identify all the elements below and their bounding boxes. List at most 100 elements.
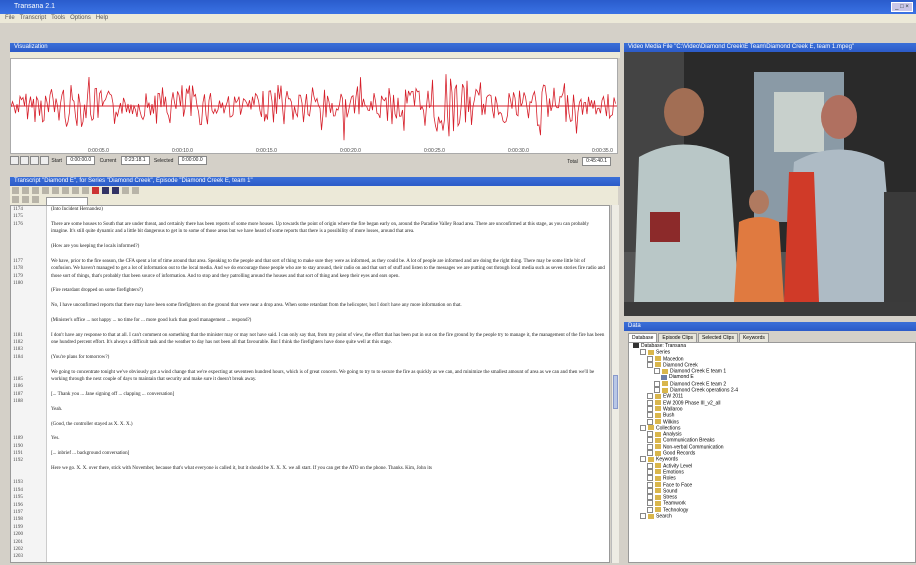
transcript-paragraph[interactable]: (Good, the controller stayed as X. X. X.… <box>51 421 607 428</box>
zoom-fit-icon[interactable] <box>30 156 39 165</box>
menu-item-tools[interactable]: Tools <box>51 15 65 21</box>
scroll-thumb[interactable] <box>613 375 618 409</box>
video-controls-strip[interactable] <box>624 302 916 316</box>
expand-icon[interactable] <box>647 355 653 362</box>
total-group: Total 0:45:40.1 <box>567 157 614 166</box>
transcript-paragraph[interactable]: [... inbrief ... background conversation… <box>51 450 607 457</box>
line-number <box>13 413 46 420</box>
tree-item-label: Database: Transana <box>641 343 687 349</box>
expand-icon[interactable] <box>647 506 653 513</box>
video-frame[interactable] <box>624 52 916 302</box>
expand-icon[interactable] <box>647 405 653 412</box>
up-arrow-icon[interactable] <box>82 187 89 194</box>
expand-icon[interactable] <box>647 443 653 450</box>
expand-icon[interactable] <box>647 487 653 494</box>
save-icon[interactable] <box>112 187 119 194</box>
expand-icon[interactable] <box>647 418 653 425</box>
fall-icon[interactable] <box>72 187 79 194</box>
transcript-paragraph[interactable]: (How are you keeping the locals informed… <box>51 243 607 250</box>
folder-icon <box>662 368 668 374</box>
transcript-paragraph[interactable]: No, I have unconfirmed reports that ther… <box>51 302 607 309</box>
start-field[interactable]: 0:00:00.0 <box>66 156 96 165</box>
tab-database[interactable]: Database <box>628 333 658 342</box>
transcript-paragraph[interactable]: [... Thank you ... Jane signing off ... … <box>51 391 607 398</box>
tab-episode-clips[interactable]: Episode Clips <box>658 333 697 342</box>
zoom-in-icon[interactable] <box>10 156 19 165</box>
menu-item-options[interactable]: Options <box>70 15 91 21</box>
underline-icon[interactable] <box>52 187 59 194</box>
format-icon[interactable] <box>102 187 109 194</box>
transcript-paragraph[interactable]: We going to concentrate tonight we've ob… <box>51 369 607 384</box>
search-icon[interactable] <box>122 187 129 194</box>
transcript-paragraph[interactable]: Here we go. X. X. over there, stick with… <box>51 465 607 472</box>
menu-item-file[interactable]: File <box>5 15 15 21</box>
waveform-area[interactable] <box>10 58 618 154</box>
transcript-paragraph[interactable]: (Minister's office ... not happy ... no … <box>51 317 607 324</box>
expand-icon[interactable] <box>640 424 646 431</box>
tab-keywords[interactable]: Keywords <box>738 333 769 342</box>
undo-icon[interactable] <box>12 187 19 194</box>
expand-icon[interactable] <box>647 462 653 469</box>
expand-icon[interactable] <box>647 431 653 438</box>
clip-icon[interactable] <box>132 187 139 194</box>
italic-icon[interactable] <box>42 187 49 194</box>
expand-icon[interactable] <box>647 361 653 368</box>
expand-icon[interactable] <box>647 437 653 444</box>
transcript-paragraph[interactable]: (Fire retardant dropped on some firefigh… <box>51 287 607 294</box>
expand-icon[interactable] <box>654 368 660 375</box>
expand-icon[interactable] <box>640 456 646 463</box>
data-panel-title: Data <box>624 322 916 331</box>
line-number <box>13 250 46 257</box>
total-field: 0:45:40.1 <box>582 157 611 166</box>
expand-icon[interactable] <box>654 387 660 394</box>
expand-icon[interactable] <box>647 393 653 400</box>
find-icon[interactable] <box>12 196 19 203</box>
folder-icon <box>655 494 661 500</box>
expand-icon[interactable] <box>654 380 660 387</box>
menu-item-help[interactable]: Help <box>96 15 108 21</box>
expand-icon[interactable] <box>640 349 646 356</box>
rise-icon[interactable] <box>62 187 69 194</box>
video-image <box>624 52 916 302</box>
transcript-scrollbar[interactable] <box>611 205 619 563</box>
current-field[interactable]: 0:23:18.1 <box>120 156 150 165</box>
expand-icon[interactable] <box>647 468 653 475</box>
line-number: 1186 <box>13 384 23 390</box>
tab-selected-clips[interactable]: Selected Clips <box>697 333 738 342</box>
line-number: 1190 <box>13 443 23 449</box>
database-tree[interactable]: Database: Transana Series Macedon Diamond C… <box>628 342 916 563</box>
timecode-icon[interactable] <box>92 187 99 194</box>
line-number: 1204 <box>13 561 46 563</box>
line-number: 1176 <box>13 221 23 227</box>
transcript-paragraph[interactable]: Yeah. <box>51 406 607 413</box>
snapshot-icon[interactable] <box>40 156 49 165</box>
tree-item[interactable]: Search <box>629 513 915 519</box>
expand-icon[interactable] <box>647 494 653 501</box>
expand-icon[interactable] <box>647 500 653 507</box>
zoom-out-icon[interactable] <box>20 156 29 165</box>
transcript-paragraph[interactable]: Yes. <box>51 435 607 442</box>
transcript-paragraph[interactable]: We have, prior to the fire season, the C… <box>51 258 607 280</box>
expand-icon[interactable] <box>647 450 653 457</box>
expand-icon[interactable] <box>647 481 653 488</box>
find-next-icon[interactable] <box>32 196 39 203</box>
transcript-paragraph[interactable]: There are some houses to South that are … <box>51 221 607 236</box>
expand-icon[interactable] <box>640 513 646 520</box>
transcript-editor[interactable]: 1174 1175 1176 1177 1178 1179 1180 1181 1182 1183… <box>10 205 610 563</box>
line-number <box>13 295 46 302</box>
transcript-paragraph[interactable]: (You're plans for tomorrow?) <box>51 354 607 361</box>
bold-icon[interactable] <box>32 187 39 194</box>
transcript-paragraph[interactable]: I don't have any response to that at all… <box>51 332 607 347</box>
transcript-text[interactable]: (Into Incident Hernandez) There are some … <box>51 206 607 480</box>
expand-icon[interactable] <box>647 475 653 482</box>
line-number: 1189 <box>13 436 23 442</box>
expand-icon[interactable] <box>647 412 653 419</box>
expand-icon[interactable] <box>647 399 653 406</box>
tree-item-label: Face to Face <box>663 481 693 488</box>
redo-icon[interactable] <box>22 187 29 194</box>
find-prev-icon[interactable] <box>22 196 29 203</box>
transcript-paragraph[interactable]: (Into Incident Hernandez) <box>51 206 607 213</box>
menu-item-transcript[interactable]: Transcript <box>20 15 46 21</box>
window-controls[interactable]: _ □ × <box>891 2 913 12</box>
selected-field[interactable]: 0:00:00.0 <box>177 156 207 165</box>
